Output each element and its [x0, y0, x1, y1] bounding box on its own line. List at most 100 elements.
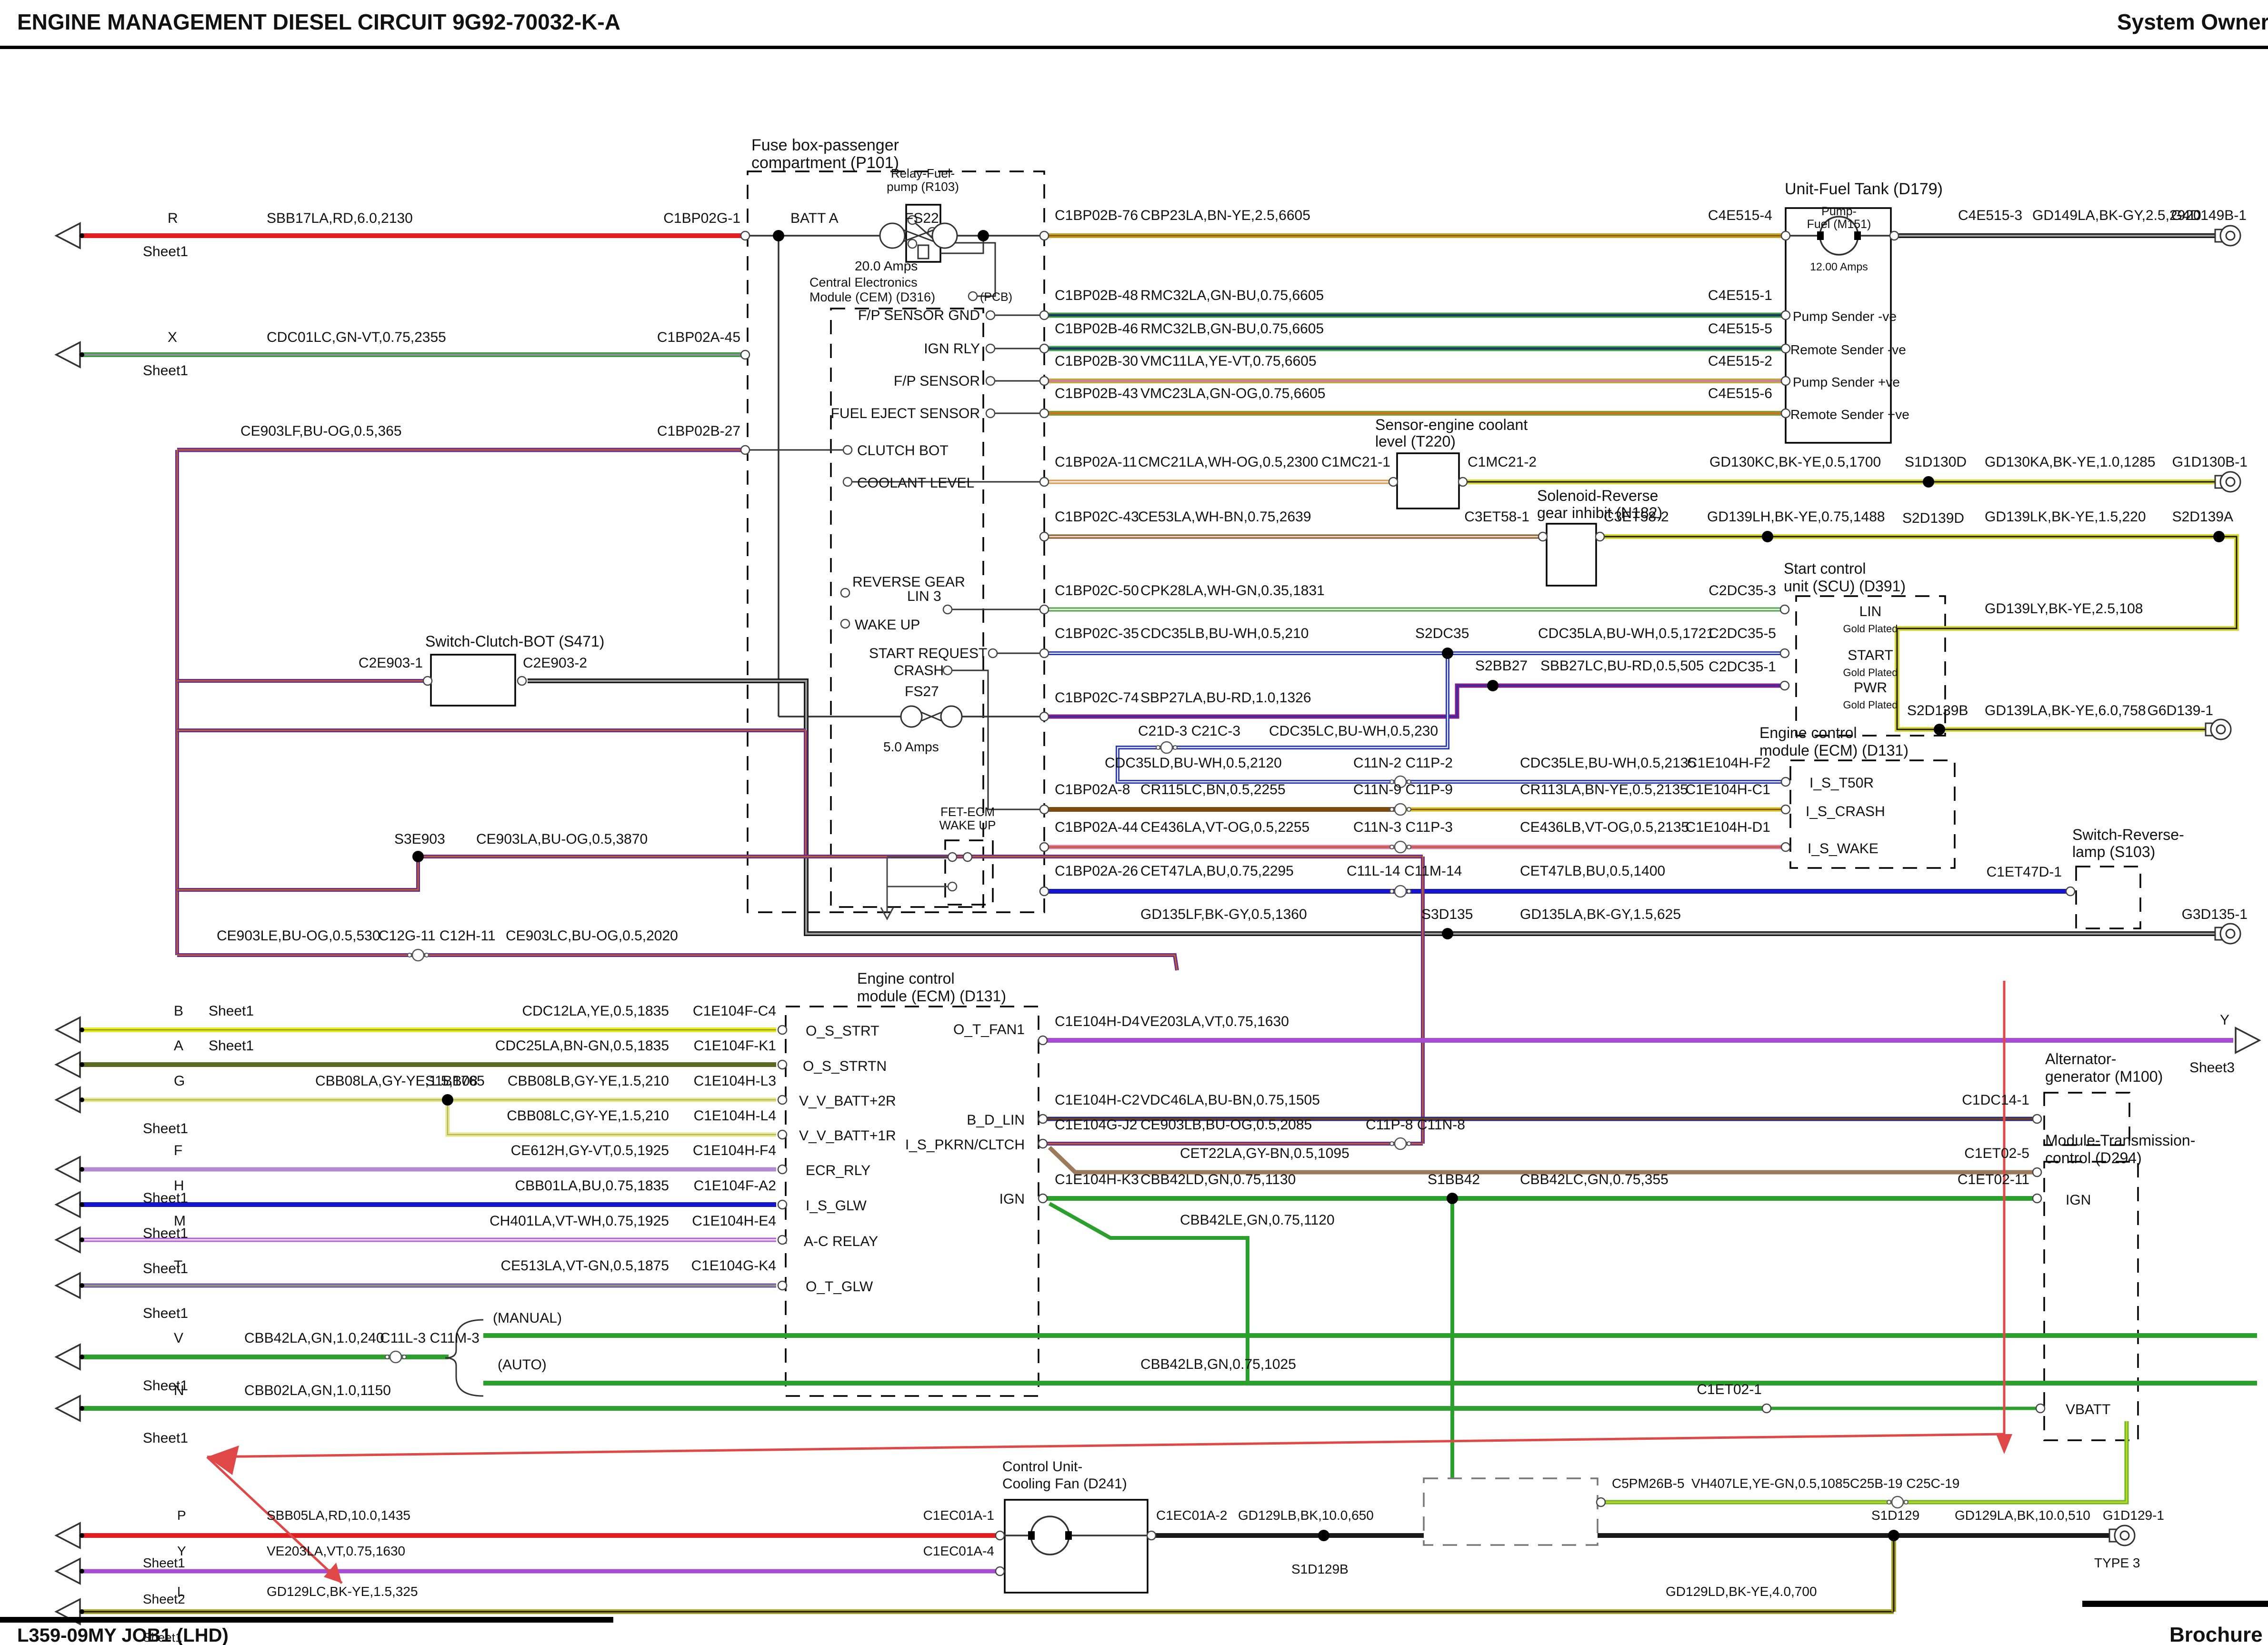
diagram-label: S2D139B: [1907, 703, 1968, 718]
connector-pin: [1781, 843, 1790, 851]
offpage-arrow: [56, 1017, 80, 1042]
diagram-label: COOLANT LEVEL: [857, 475, 974, 491]
wire-segment: [177, 857, 418, 890]
diagram-label: VE203LA,VT,0.75,1630: [267, 1544, 405, 1558]
connector-pin: [518, 677, 526, 685]
connector-pin: [948, 882, 957, 891]
splice-junction-dot: [2213, 531, 2225, 542]
diagram-label: O_S_STRT: [806, 1023, 879, 1039]
switch-reverse-lamp-box: [2076, 867, 2140, 928]
offpage-arrow-dot: [80, 1283, 84, 1288]
diagram-label: S1D130D: [1905, 454, 1967, 470]
connector-pin: [1459, 478, 1467, 486]
diagram-label: C1BP02B-43: [1055, 386, 1138, 401]
page-title: ENGINE MANAGEMENT DIESEL CIRCUIT 9G92-70…: [17, 10, 620, 34]
diagram-label: PWR: [1854, 680, 1887, 696]
diagram-label: module (ECM) (D131): [857, 987, 1006, 1005]
diagram-label: Sheet3: [2189, 1060, 2235, 1076]
diagram-label: Pump Sender -ve: [1793, 309, 1897, 324]
diagram-label: CE903LC,BU-OG,0.5,2020: [506, 928, 678, 944]
inline-connector: [1161, 742, 1172, 753]
diagram-label: F/P SENSOR GND: [858, 308, 980, 323]
offpage-arrow-dot: [80, 1167, 84, 1172]
diagram-label: C1E104H-D4: [1055, 1014, 1139, 1029]
diagram-label: VE203LA,VT,0.75,1630: [1140, 1014, 1289, 1029]
offpage-arrow: [56, 1052, 80, 1077]
diagram-label: CE903LF,BU-OG,0.5,365: [240, 423, 402, 439]
diagram-label: FET-ECM: [940, 805, 995, 819]
fet-ecm-wiring: [881, 857, 949, 919]
diagram-label: C1BP02B-76: [1055, 208, 1138, 223]
offpage-arrow-dot: [80, 1237, 84, 1242]
diagram-label: Central Electronics: [809, 275, 918, 289]
connector-pin: [908, 239, 917, 248]
fet-ecm-box: [945, 840, 993, 905]
diagram-label: Switch-Reverse-: [2072, 826, 2184, 843]
footer-doc-code: L359-09MY JOB1 (LHD): [17, 1625, 229, 1645]
diagram-label: C4E515-6: [1708, 386, 1772, 401]
diagram-label: Sheet1: [143, 1306, 188, 1321]
connector-pin: [1039, 1036, 1047, 1045]
diagram-label: GD130KC,BK-YE,0.5,1700: [1709, 454, 1881, 470]
diagram-label: C1ET02-1: [1697, 1382, 1762, 1397]
diagram-label: SBB05LA,RD,10.0,1435: [267, 1508, 410, 1523]
offpage-arrow: [56, 342, 80, 367]
diagram-label: Sheet1: [143, 244, 188, 259]
connector-pin: [2033, 1168, 2041, 1176]
diagram-label: C1MC21-1: [1321, 454, 1390, 470]
diagram-label: (MANUAL): [493, 1310, 562, 1326]
diagram-label: C1BP02A-45: [657, 329, 740, 345]
diagram-label: S1BB08: [425, 1073, 478, 1089]
diagram-label: C11P-8 C11N-8: [1366, 1117, 1465, 1133]
diagram-label: S3E903: [394, 831, 445, 847]
diagram-label: I_S_WAKE: [1808, 841, 1878, 857]
diagram-label: C1ET47D-1: [1987, 864, 2062, 880]
connector-pin: [1040, 843, 1049, 851]
diagram-label: FS22: [905, 210, 939, 226]
wire-segment: [177, 857, 418, 890]
inline-connector: [1892, 1496, 1903, 1508]
diagram-label: GD139LY,BK-YE,2.5,108: [1985, 601, 2143, 617]
diagram-label: C1E104H-D1: [1686, 819, 1770, 835]
diagram-label: G: [174, 1073, 185, 1089]
header: ENGINE MANAGEMENT DIESEL CIRCUIT 9G92-70…: [0, 10, 2268, 49]
diagram-label: F/P SENSOR: [894, 373, 980, 389]
diagram-label: GD129LB,BK,10.0,650: [1238, 1508, 1374, 1523]
diagram-label: C4E515-3: [1958, 208, 2022, 223]
diagram-label: S1D129B: [1291, 1562, 1349, 1576]
connector-pin: [943, 666, 952, 675]
offpage-arrow-dot: [80, 1406, 84, 1411]
diagram-label: S2DC35: [1415, 626, 1469, 641]
diagram-label: B_D_LIN: [967, 1112, 1025, 1128]
ground-symbol: [2120, 1531, 2129, 1540]
inline-connector: [1395, 841, 1406, 853]
diagram-label: IGN RLY: [924, 341, 980, 357]
diagram-label: C1BP02B-48: [1055, 288, 1138, 303]
connector-pin: [989, 649, 997, 658]
diagram-label: B: [174, 1003, 183, 1019]
splice-junction-dot: [1934, 724, 1945, 735]
diagram-label: CBP23LA,BN-YE,2.5,6605: [1140, 208, 1310, 223]
connector-pin: [1781, 377, 1790, 385]
connector-pin: [778, 1060, 787, 1069]
connector-pin: [778, 1130, 787, 1139]
inline-connector-pin: [402, 1355, 406, 1359]
diagram-label: C5PM26B-5: [1612, 1476, 1685, 1491]
system-owner: System Owner: U: [2117, 10, 2268, 34]
coolant-sensor-box: [1397, 453, 1459, 508]
cooling-fan-box: [1005, 1500, 1148, 1593]
diagram-label: (AUTO): [498, 1357, 547, 1373]
connector-pin: [843, 478, 852, 486]
diagram-label: SBB27LC,BU-RD,0.5,505: [1540, 658, 1704, 674]
connector-pin: [1781, 311, 1790, 319]
diagram-label: Cooling Fan (D241): [1002, 1476, 1127, 1492]
inline-connector: [1395, 804, 1406, 815]
diagram-label: GD129LC,BK-YE,1.5,325: [267, 1584, 418, 1599]
diagram-label: Switch-Clutch-BOT (S471): [425, 633, 604, 650]
diagram-label: VDC46LA,BU-BN,0.75,1505: [1140, 1092, 1320, 1108]
connector-pin: [1040, 377, 1049, 385]
diagram-label: level (T220): [1375, 433, 1456, 450]
diagram-label: SBB17LA,RD,6.0,2130: [267, 210, 413, 226]
diagram-label: C4E515-2: [1708, 353, 1772, 369]
connector-pin: [986, 377, 995, 385]
